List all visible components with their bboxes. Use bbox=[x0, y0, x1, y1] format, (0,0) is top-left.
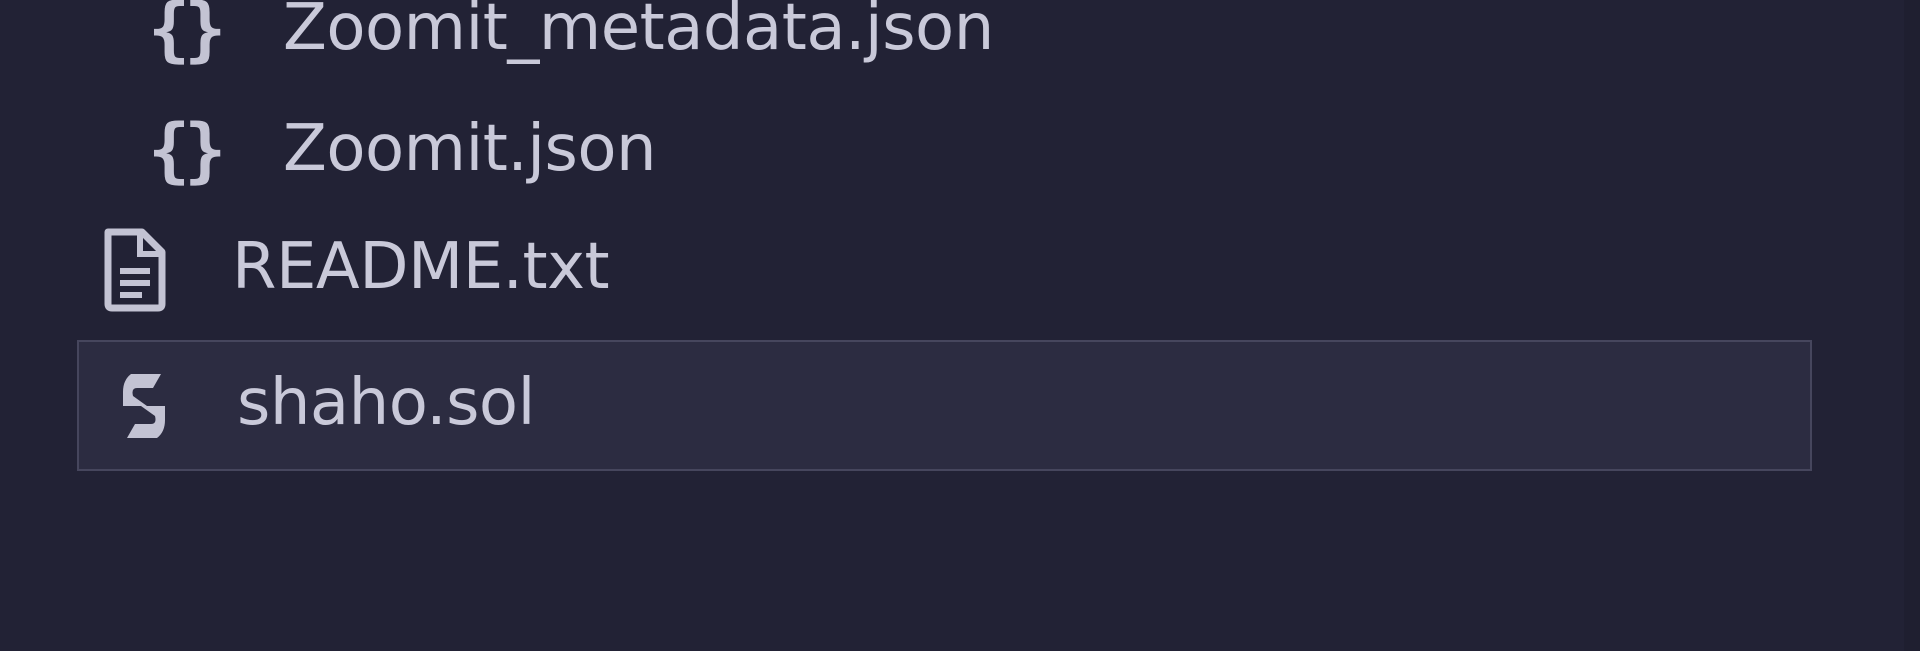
file-item-zoomit-metadata-json[interactable]: {} Zoomit_metadata.json bbox=[0, 0, 1812, 92]
solidity-icon bbox=[123, 374, 165, 438]
file-item-label: Zoomit.json bbox=[283, 112, 657, 186]
file-item-zoomit-json[interactable]: {} Zoomit.json bbox=[0, 93, 1812, 215]
json-braces-icon: {} bbox=[148, 0, 226, 70]
text-file-icon bbox=[104, 228, 166, 312]
file-item-readme-txt[interactable]: README.txt bbox=[0, 211, 1812, 333]
scrollbar-track[interactable] bbox=[1904, 0, 1920, 651]
file-explorer: {} Zoomit_metadata.json {} Zoomit.json R… bbox=[0, 0, 1920, 651]
json-braces-icon: {} bbox=[148, 109, 226, 191]
file-item-label: Zoomit_metadata.json bbox=[283, 0, 994, 65]
file-item-shaho-sol[interactable]: shaho.sol bbox=[77, 340, 1812, 471]
file-item-label: shaho.sol bbox=[237, 366, 535, 440]
file-item-label: README.txt bbox=[232, 230, 610, 304]
